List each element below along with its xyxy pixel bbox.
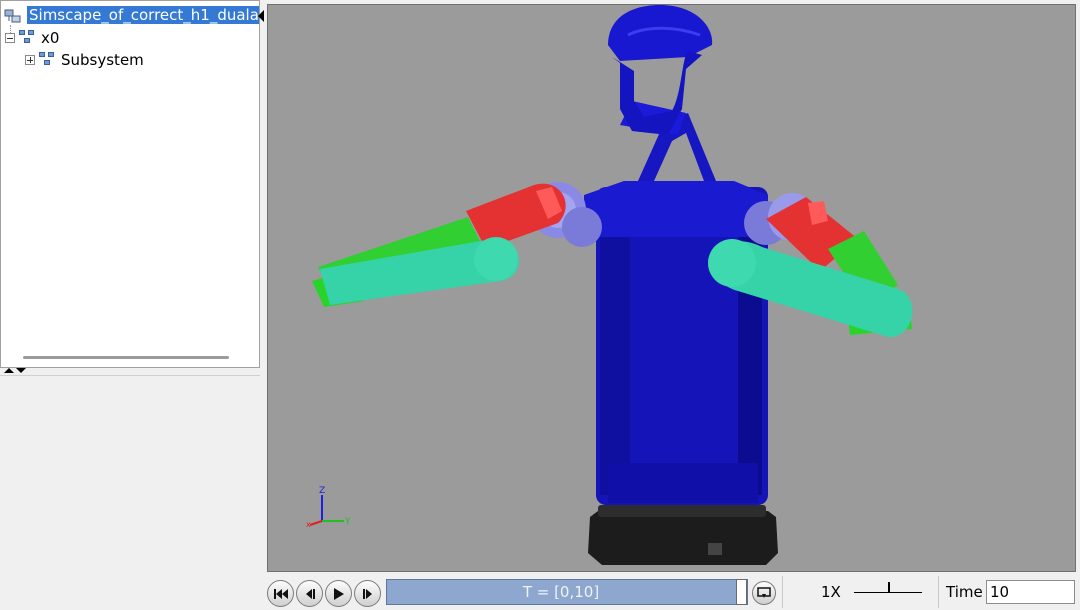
3d-viewport[interactable]: Z Y x xyxy=(267,4,1076,572)
axis-triad-icon: Z Y x xyxy=(306,486,351,529)
collapse-icon[interactable] xyxy=(5,33,15,43)
collapse-panel-icon[interactable] xyxy=(258,10,264,22)
panel-splitter[interactable] xyxy=(2,368,258,374)
tree-item-root[interactable]: Simscape_of_correct_h1_dualarm xyxy=(3,4,259,26)
step-back-button[interactable] xyxy=(296,580,323,607)
svg-text:Z: Z xyxy=(319,486,325,496)
svg-text:Y: Y xyxy=(344,517,351,527)
separator xyxy=(782,576,783,608)
step-forward-icon xyxy=(362,588,372,599)
rewind-icon xyxy=(273,588,288,599)
robot-head xyxy=(608,5,713,135)
speed-label: 1X xyxy=(821,583,841,601)
timeline-thumb[interactable] xyxy=(736,579,747,605)
horizontal-scrollbar[interactable] xyxy=(23,356,229,359)
step-back-icon xyxy=(305,588,315,599)
subsystem-icon xyxy=(19,30,37,46)
separator xyxy=(938,576,939,608)
tree-item-subsystem-label: Subsystem xyxy=(61,51,144,69)
properties-panel xyxy=(0,375,260,610)
time-input[interactable] xyxy=(986,580,1075,604)
tree-item-x0[interactable]: x0 xyxy=(5,27,59,49)
play-button[interactable] xyxy=(325,580,352,607)
splitter-up-icon[interactable] xyxy=(4,368,14,373)
tree-item-subsystem[interactable]: Subsystem xyxy=(25,49,144,71)
model-icon xyxy=(3,7,23,23)
loop-button[interactable] xyxy=(752,581,776,605)
splitter-down-icon[interactable] xyxy=(16,368,26,373)
rewind-button[interactable] xyxy=(267,580,294,607)
speed-slider-knob[interactable] xyxy=(888,582,890,593)
model-tree-panel: Simscape_of_correct_h1_dualarm x0 Subsys… xyxy=(0,0,260,368)
svg-text:x: x xyxy=(306,520,311,529)
tree-item-x0-label: x0 xyxy=(41,29,60,47)
playback-bar: T = [0,10] 1X Time xyxy=(262,574,1080,610)
tree-item-root-label: Simscape_of_correct_h1_dualarm xyxy=(27,6,259,24)
robot-torso xyxy=(584,181,768,505)
robot-render xyxy=(312,5,913,565)
robot-base xyxy=(588,505,778,565)
step-forward-button[interactable] xyxy=(354,580,381,607)
expand-icon[interactable] xyxy=(25,55,35,65)
subsystem-icon xyxy=(39,52,57,68)
left-upper-arm xyxy=(466,183,566,249)
time-label: Time xyxy=(946,583,983,601)
loop-icon xyxy=(757,587,771,598)
timeline-slider[interactable]: T = [0,10] xyxy=(386,579,748,605)
timeline-label: T = [0,10] xyxy=(522,583,600,601)
play-icon xyxy=(333,587,344,600)
